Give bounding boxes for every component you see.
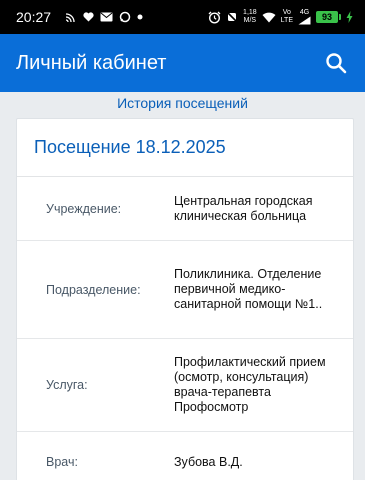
field-label: Услуга: bbox=[46, 378, 88, 392]
field-value: Центральная городская клиническая больни… bbox=[174, 193, 313, 223]
field-label: Подразделение: bbox=[46, 282, 141, 297]
visit-history-link[interactable]: История посещений bbox=[0, 92, 365, 116]
field-value: Профилактический прием (осмотр, консульт… bbox=[174, 355, 326, 414]
field-row-doctor: Врач: Зубова В.Д. bbox=[17, 432, 353, 480]
page-title: Личный кабинет bbox=[16, 51, 167, 74]
dot-icon bbox=[137, 14, 143, 20]
app-bar: Личный кабинет bbox=[0, 34, 365, 92]
chat-icon bbox=[119, 11, 131, 23]
wifi-icon bbox=[262, 12, 276, 23]
field-row-institution: Учреждение: Центральная городская клинич… bbox=[17, 177, 353, 241]
cast-icon bbox=[65, 11, 77, 23]
field-row-department: Подразделение: Поликлиника. Отделение пе… bbox=[17, 241, 353, 339]
volte-bottom: LTE bbox=[280, 17, 293, 24]
visit-card: Посещение 18.12.2025 Учреждение: Централ… bbox=[16, 118, 354, 480]
visit-title[interactable]: Посещение 18.12.2025 bbox=[17, 119, 353, 177]
volte-indicator: Vo LTE bbox=[281, 9, 293, 25]
net-speed-value: 1,18 bbox=[243, 9, 257, 16]
net-speed-unit: M/S bbox=[243, 17, 257, 24]
status-left: 20:27 bbox=[16, 9, 143, 25]
field-row-service: Услуга: Профилактический прием (осмотр, … bbox=[17, 339, 353, 432]
field-value: Зубова В.Д. bbox=[174, 454, 243, 469]
status-right: 1,18 M/S Vo LTE 4G 93 bbox=[208, 9, 353, 25]
battery-level: 93 bbox=[316, 11, 338, 23]
field-label: Врач: bbox=[46, 455, 78, 469]
net-speed: 1,18 M/S bbox=[243, 9, 257, 25]
mute-icon bbox=[226, 11, 238, 23]
volte-top: Vo bbox=[282, 9, 291, 16]
battery-icon: 93 bbox=[316, 11, 341, 23]
mail-icon bbox=[100, 12, 113, 22]
search-button[interactable] bbox=[321, 48, 351, 78]
signal-icon: 4G bbox=[298, 9, 311, 25]
status-time: 20:27 bbox=[16, 9, 52, 25]
status-bar: 20:27 1,18 M/S Vo LTE 4G 93 bbox=[0, 0, 365, 34]
heart-icon bbox=[83, 12, 94, 22]
search-icon bbox=[326, 53, 347, 74]
charging-icon bbox=[346, 11, 353, 23]
signal-label: 4G bbox=[299, 9, 310, 16]
alarm-icon bbox=[208, 11, 221, 24]
field-label: Учреждение: bbox=[46, 201, 122, 216]
field-value: Поликлиника. Отделение первичной медико-… bbox=[174, 267, 323, 311]
